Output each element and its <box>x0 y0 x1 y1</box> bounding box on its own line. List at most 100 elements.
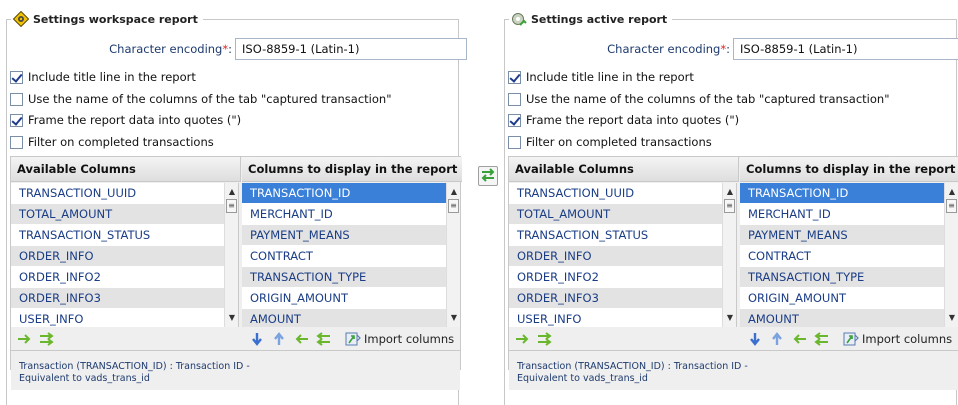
panel-legend: Settings workspace report <box>11 10 203 28</box>
use-column-names-checkbox[interactable]: Use the name of the columns of the tab "… <box>508 91 889 107</box>
import-icon <box>843 331 859 347</box>
list-item[interactable]: TOTAL_AMOUNT <box>11 204 224 225</box>
remove-all-columns-icon[interactable] <box>813 331 829 347</box>
move-down-icon[interactable] <box>747 331 763 347</box>
encoding-field[interactable] <box>733 38 958 60</box>
checkbox[interactable] <box>508 92 521 106</box>
list-item[interactable]: CONTRACT <box>242 246 446 267</box>
list-item[interactable]: ORIGIN_AMOUNT <box>740 288 944 309</box>
scroll-up-icon[interactable]: ▲ <box>225 185 238 199</box>
scrollbar[interactable]: ▲ ≡ ▼ <box>224 183 238 327</box>
gear-warning-icon <box>12 10 30 28</box>
list-item[interactable]: USER_INFO <box>509 309 722 327</box>
scroll-up-icon[interactable]: ▲ <box>723 185 736 199</box>
scroll-down-icon[interactable]: ▼ <box>447 311 460 325</box>
columns-editor: Available Columns Columns to display in … <box>10 156 462 390</box>
scrollbar[interactable]: ▲ ≡ ▼ <box>944 183 958 327</box>
panel-title: Settings active report <box>531 12 668 26</box>
swap-arrows-icon <box>480 167 496 186</box>
remove-all-columns-icon[interactable] <box>315 331 331 347</box>
list-item[interactable]: MERCHANT_ID <box>242 204 446 225</box>
scroll-down-icon[interactable]: ▼ <box>723 311 736 325</box>
add-all-columns-icon[interactable] <box>39 331 55 347</box>
filter-completed-checkbox[interactable]: Filter on completed transactions <box>508 134 712 150</box>
list-item[interactable]: ORDER_INFO2 <box>11 267 224 288</box>
gear-active-icon <box>511 11 527 27</box>
frame-quotes-checkbox[interactable]: Frame the report data into quotes (") <box>10 112 241 128</box>
scroll-thumb[interactable]: ≡ <box>226 199 237 213</box>
list-item[interactable]: ORDER_INFO <box>509 246 722 267</box>
remove-column-icon[interactable] <box>791 331 807 347</box>
move-up-icon[interactable] <box>271 331 287 347</box>
encoding-label: Character encoding*: <box>607 42 730 56</box>
display-columns-list[interactable]: TRANSACTION_ID MERCHANT_ID PAYMENT_MEANS… <box>242 183 460 327</box>
list-item[interactable]: ORIGIN_AMOUNT <box>242 288 446 309</box>
list-item[interactable]: TRANSACTION_TYPE <box>740 267 944 288</box>
include-title-checkbox[interactable]: Include title line in the report <box>508 69 694 85</box>
import-columns-button[interactable]: Import columns <box>843 331 952 347</box>
encoding-row: Character encoding*: <box>7 38 467 60</box>
use-column-names-checkbox[interactable]: Use the name of the columns of the tab "… <box>10 91 391 107</box>
display-columns-list[interactable]: TRANSACTION_ID MERCHANT_ID PAYMENT_MEANS… <box>740 183 958 327</box>
available-columns-list[interactable]: TRANSACTION_UUID TOTAL_AMOUNT TRANSACTIO… <box>509 183 737 327</box>
available-columns-header: Available Columns <box>509 157 739 182</box>
add-column-icon[interactable] <box>515 331 531 347</box>
swap-settings-button[interactable] <box>478 166 498 186</box>
list-item[interactable]: ORDER_INFO2 <box>509 267 722 288</box>
import-icon <box>345 331 361 347</box>
scroll-down-icon[interactable]: ▼ <box>945 311 958 325</box>
list-item-selected[interactable]: TRANSACTION_ID <box>740 183 944 204</box>
list-item[interactable]: TRANSACTION_UUID <box>11 183 224 204</box>
list-item[interactable]: TRANSACTION_STATUS <box>509 225 722 246</box>
scroll-down-icon[interactable]: ▼ <box>225 311 238 325</box>
active-report-panel: Settings active report Character encodin… <box>504 10 958 405</box>
list-item[interactable]: ORDER_INFO3 <box>11 288 224 309</box>
available-toolbar <box>515 328 559 350</box>
list-item[interactable]: AMOUNT <box>242 309 446 327</box>
available-toolbar <box>17 328 61 350</box>
list-item[interactable]: MERCHANT_ID <box>740 204 944 225</box>
remove-column-icon[interactable] <box>293 331 309 347</box>
frame-quotes-checkbox[interactable]: Frame the report data into quotes (") <box>508 112 739 128</box>
display-toolbar: Import columns <box>747 328 958 350</box>
scroll-thumb[interactable]: ≡ <box>946 199 957 213</box>
include-title-checkbox[interactable]: Include title line in the report <box>10 69 196 85</box>
move-up-icon[interactable] <box>769 331 785 347</box>
available-columns-list[interactable]: TRANSACTION_UUID TOTAL_AMOUNT TRANSACTIO… <box>11 183 239 327</box>
list-item[interactable]: PAYMENT_MEANS <box>740 225 944 246</box>
checkbox[interactable] <box>10 92 23 106</box>
list-item[interactable]: TRANSACTION_UUID <box>509 183 722 204</box>
column-description: Transaction (TRANSACTION_ID) : Transacti… <box>11 350 460 390</box>
encoding-label: Character encoding*: <box>109 42 232 56</box>
scroll-up-icon[interactable]: ▲ <box>945 185 958 199</box>
list-item[interactable]: TOTAL_AMOUNT <box>509 204 722 225</box>
scroll-up-icon[interactable]: ▲ <box>447 185 460 199</box>
list-item[interactable]: TRANSACTION_TYPE <box>242 267 446 288</box>
filter-completed-checkbox[interactable]: Filter on completed transactions <box>10 134 214 150</box>
checkbox[interactable] <box>10 70 23 84</box>
checkbox[interactable] <box>508 113 521 127</box>
encoding-field[interactable] <box>235 38 467 60</box>
add-all-columns-icon[interactable] <box>537 331 553 347</box>
import-columns-button[interactable]: Import columns <box>345 331 454 347</box>
list-item[interactable]: TRANSACTION_STATUS <box>11 225 224 246</box>
scrollbar[interactable]: ▲ ≡ ▼ <box>722 183 736 327</box>
display-toolbar: Import columns <box>249 328 462 350</box>
checkbox[interactable] <box>508 70 521 84</box>
list-item[interactable]: CONTRACT <box>740 246 944 267</box>
scrollbar[interactable]: ▲ ≡ ▼ <box>446 183 460 327</box>
display-columns-header: Columns to display in the report <box>740 157 958 182</box>
scroll-thumb[interactable]: ≡ <box>724 199 735 213</box>
checkbox[interactable] <box>10 135 23 149</box>
list-item[interactable]: ORDER_INFO <box>11 246 224 267</box>
list-item[interactable]: ORDER_INFO3 <box>509 288 722 309</box>
move-down-icon[interactable] <box>249 331 265 347</box>
list-item[interactable]: AMOUNT <box>740 309 944 327</box>
scroll-thumb[interactable]: ≡ <box>448 199 459 213</box>
list-item[interactable]: PAYMENT_MEANS <box>242 225 446 246</box>
list-item-selected[interactable]: TRANSACTION_ID <box>242 183 446 204</box>
list-item[interactable]: USER_INFO <box>11 309 224 327</box>
checkbox[interactable] <box>10 113 23 127</box>
checkbox[interactable] <box>508 135 521 149</box>
add-column-icon[interactable] <box>17 331 33 347</box>
